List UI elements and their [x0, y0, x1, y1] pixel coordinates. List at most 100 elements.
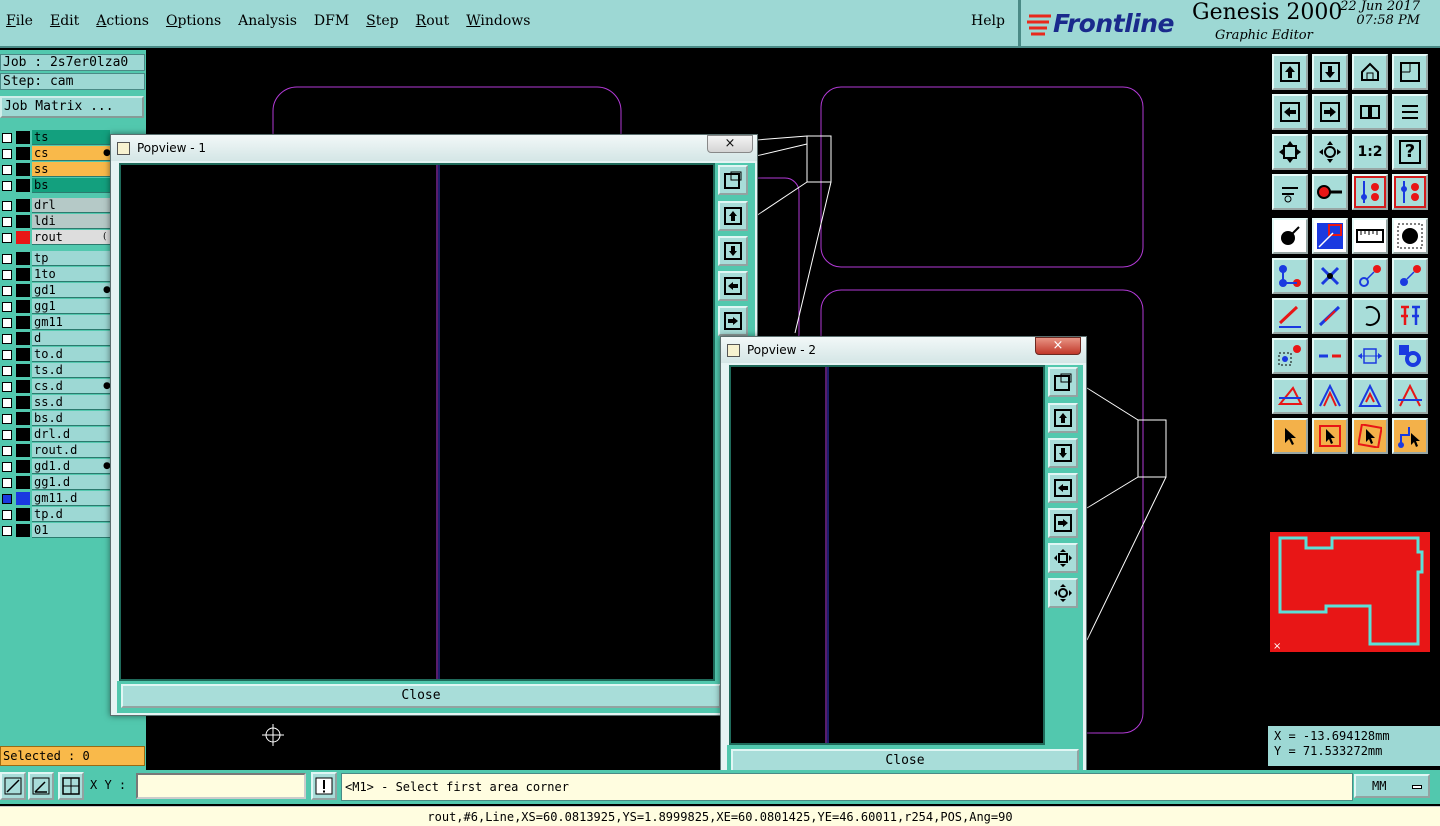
layer-color-swatch[interactable] [16, 492, 30, 505]
layer-color-swatch[interactable] [16, 380, 30, 393]
popview-2-zoom-all-button[interactable] [1048, 543, 1078, 573]
contour-button[interactable] [1312, 378, 1348, 414]
copy-button[interactable] [1392, 258, 1428, 294]
delete-button[interactable] [1312, 258, 1348, 294]
layer-row[interactable]: bs.d [0, 411, 118, 426]
pad-pattern-button[interactable] [1392, 338, 1428, 374]
layer-row[interactable]: gg1.d [0, 475, 118, 490]
menu-analysis[interactable]: Analysis [238, 13, 297, 29]
popview-1-titlebar[interactable]: Popview - 1 [111, 135, 757, 161]
layer-color-swatch[interactable] [16, 215, 30, 228]
popview-2-center-button[interactable] [1048, 578, 1078, 608]
zoom-fit-button[interactable] [1272, 134, 1308, 170]
layer-color-swatch[interactable] [16, 131, 30, 144]
layer-color-swatch[interactable] [16, 284, 30, 297]
menu-step[interactable]: Step [366, 13, 398, 29]
layer-color-swatch[interactable] [16, 163, 30, 176]
net-compare-button[interactable] [1392, 174, 1428, 210]
layer-color-swatch[interactable] [16, 316, 30, 329]
layer-checkbox[interactable] [2, 366, 12, 376]
ruler-button[interactable] [1352, 218, 1388, 254]
layer-checkbox[interactable] [2, 382, 12, 392]
layer-checkbox[interactable] [2, 201, 12, 211]
layer-checkbox[interactable] [2, 302, 12, 312]
layer-checkbox[interactable] [2, 526, 12, 536]
layer-row[interactable]: cs.d ● [0, 379, 118, 394]
popview-1-close-button[interactable]: Close [121, 684, 721, 708]
layer-checkbox[interactable] [2, 165, 12, 175]
layer-checkbox[interactable] [2, 334, 12, 344]
layer-color-swatch[interactable] [16, 147, 30, 160]
connect-button[interactable] [1272, 258, 1308, 294]
xy-input[interactable] [136, 773, 306, 799]
popview-2-canvas[interactable] [729, 365, 1045, 745]
menu-windows[interactable]: Windows [466, 13, 530, 29]
layer-color-swatch[interactable] [16, 444, 30, 457]
layer-row[interactable]: drl.d [0, 427, 118, 442]
popview-1-pan-up-button[interactable] [718, 201, 748, 231]
layer-checkbox[interactable] [2, 430, 12, 440]
pad-add-button[interactable] [1272, 218, 1308, 254]
layer-color-swatch[interactable] [16, 364, 30, 377]
layer-color-swatch[interactable] [16, 348, 30, 361]
menu-dfm[interactable]: DFM [314, 13, 349, 29]
layer-color-swatch[interactable] [16, 268, 30, 281]
layer-checkbox[interactable] [2, 254, 12, 264]
layer-color-swatch[interactable] [16, 428, 30, 441]
overview-map[interactable]: × [1270, 532, 1430, 652]
layer-row[interactable]: ts.d [0, 363, 118, 378]
pin-button[interactable] [1312, 174, 1348, 210]
line-add-button[interactable] [1272, 298, 1308, 334]
popview-2-zoom-fit-button[interactable] [1048, 367, 1078, 397]
layer-checkbox[interactable] [2, 286, 12, 296]
contour-cut-button[interactable] [1392, 378, 1428, 414]
popview-1-pan-left-button[interactable] [718, 271, 748, 301]
layer-row[interactable]: ss [0, 162, 118, 177]
layer-row[interactable]: d [0, 331, 118, 346]
scale-button[interactable]: 1:2 [1352, 134, 1388, 170]
net-highlight-button[interactable] [1352, 174, 1388, 210]
layer-color-swatch[interactable] [16, 524, 30, 537]
snap-button[interactable] [0, 772, 26, 800]
layer-color-swatch[interactable] [16, 199, 30, 212]
menu-rout[interactable]: Rout [416, 13, 450, 29]
mirror-button[interactable] [1352, 94, 1388, 130]
layer-row[interactable]: tp.d [0, 507, 118, 522]
pad-select-button[interactable] [1392, 218, 1428, 254]
layer-row[interactable]: rout( [0, 230, 118, 245]
job-matrix-button[interactable]: Job Matrix ... [0, 96, 144, 118]
layer-row[interactable]: ts [0, 130, 118, 145]
menu-options[interactable]: Options [166, 13, 221, 29]
layer-row[interactable]: ss.d [0, 395, 118, 410]
layer-color-swatch[interactable] [16, 508, 30, 521]
layer-color-swatch[interactable] [16, 332, 30, 345]
select-net-button[interactable] [1392, 418, 1428, 454]
popview-2-pan-down-button[interactable] [1048, 438, 1078, 468]
pan-right-button[interactable] [1312, 94, 1348, 130]
layer-color-swatch[interactable] [16, 460, 30, 473]
popview-1-canvas[interactable] [119, 163, 715, 681]
layer-checkbox[interactable] [2, 510, 12, 520]
layer-row[interactable]: drl [0, 198, 118, 213]
surface-button[interactable] [1272, 338, 1308, 374]
layer-row[interactable]: gg1 [0, 299, 118, 314]
measure-tool-button[interactable] [1272, 174, 1308, 210]
resize-button[interactable] [1352, 338, 1388, 374]
layer-color-swatch[interactable] [16, 396, 30, 409]
layer-row[interactable]: gm11.d [0, 491, 118, 506]
layer-checkbox[interactable] [2, 494, 12, 504]
area-select-button[interactable] [1312, 218, 1348, 254]
layer-checkbox[interactable] [2, 350, 12, 360]
layer-row[interactable]: gd1.d ● [0, 459, 118, 474]
outline-button[interactable] [1272, 378, 1308, 414]
alert-button[interactable] [311, 772, 337, 800]
redraw-button[interactable] [1392, 94, 1428, 130]
layer-row[interactable]: rout.d [0, 443, 118, 458]
popview-2-pan-up-button[interactable] [1048, 403, 1078, 433]
layer-color-swatch[interactable] [16, 412, 30, 425]
menu-actions[interactable]: Actions [96, 13, 149, 29]
contour-fill-button[interactable] [1352, 378, 1388, 414]
menu-edit[interactable]: Edit [50, 13, 79, 29]
text-add-button[interactable] [1392, 298, 1428, 334]
zoom-center-button[interactable] [1312, 134, 1348, 170]
